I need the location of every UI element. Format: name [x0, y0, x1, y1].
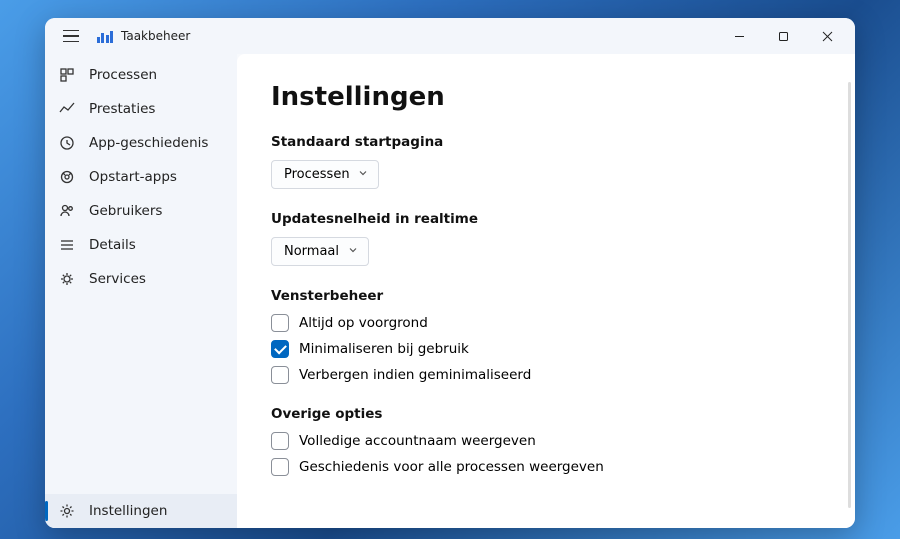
sidebar-item-details[interactable]: Details: [45, 228, 237, 262]
default-startpage-select[interactable]: Processen: [271, 160, 379, 189]
hamburger-menu-button[interactable]: [59, 24, 83, 48]
sidebar-item-label: Gebruikers: [89, 203, 162, 219]
checkbox-minimize-on-use[interactable]: Minimaliseren bij gebruik: [271, 340, 821, 358]
sidebar-item-label: Instellingen: [89, 503, 167, 519]
checkbox-label: Volledige accountnaam weergeven: [299, 433, 536, 449]
startup-icon: [59, 169, 75, 185]
checkbox-label: Minimaliseren bij gebruik: [299, 341, 469, 357]
processes-icon: [59, 67, 75, 83]
update-speed-label: Updatesnelheid in realtime: [271, 211, 821, 227]
sidebar-item-prestaties[interactable]: Prestaties: [45, 92, 237, 126]
sidebar-item-label: Services: [89, 271, 146, 287]
checkbox-icon: [271, 366, 289, 384]
content-area: Instellingen Standaard startpagina Proce…: [237, 54, 855, 528]
history-icon: [59, 135, 75, 151]
sidebar-item-label: Prestaties: [89, 101, 155, 117]
sidebar: Processen Prestaties App-geschiedenis Op…: [45, 54, 237, 528]
gear-icon: [59, 503, 75, 519]
sidebar-item-processen[interactable]: Processen: [45, 58, 237, 92]
performance-icon: [59, 101, 75, 117]
sidebar-item-instellingen[interactable]: Instellingen: [45, 494, 237, 528]
checkbox-hide-when-minimized[interactable]: Verbergen indien geminimaliseerd: [271, 366, 821, 384]
window: Taakbeheer Processen Prestaties App-gesc…: [45, 18, 855, 528]
chevron-down-icon: [358, 167, 368, 182]
users-icon: [59, 203, 75, 219]
app-title: Taakbeheer: [121, 29, 190, 43]
page-title: Instellingen: [271, 82, 821, 112]
checkbox-full-account-name[interactable]: Volledige accountnaam weergeven: [271, 432, 821, 450]
checkbox-icon: [271, 432, 289, 450]
sidebar-item-label: Details: [89, 237, 136, 253]
maximize-button[interactable]: [761, 18, 805, 54]
checkbox-icon: [271, 340, 289, 358]
titlebar: Taakbeheer: [45, 18, 855, 54]
sidebar-item-services[interactable]: Services: [45, 262, 237, 296]
sidebar-item-label: Processen: [89, 67, 157, 83]
services-icon: [59, 271, 75, 287]
checkbox-icon: [271, 458, 289, 476]
default-startpage-label: Standaard startpagina: [271, 134, 821, 150]
minimize-button[interactable]: [717, 18, 761, 54]
sidebar-item-label: App-geschiedenis: [89, 135, 208, 151]
sidebar-item-app-geschiedenis[interactable]: App-geschiedenis: [45, 126, 237, 160]
select-value: Normaal: [284, 244, 339, 259]
select-value: Processen: [284, 167, 350, 182]
checkbox-history-all-processes[interactable]: Geschiedenis voor alle processen weergev…: [271, 458, 821, 476]
update-speed-select[interactable]: Normaal: [271, 237, 369, 266]
other-options-label: Overige opties: [271, 406, 821, 422]
app-icon: [97, 29, 113, 43]
close-button[interactable]: [805, 18, 849, 54]
checkbox-label: Geschiedenis voor alle processen weergev…: [299, 459, 604, 475]
chevron-down-icon: [348, 244, 358, 259]
window-management-label: Vensterbeheer: [271, 288, 821, 304]
sidebar-item-opstart-apps[interactable]: Opstart-apps: [45, 160, 237, 194]
checkbox-icon: [271, 314, 289, 332]
sidebar-item-gebruikers[interactable]: Gebruikers: [45, 194, 237, 228]
checkbox-label: Altijd op voorgrond: [299, 315, 428, 331]
details-icon: [59, 237, 75, 253]
checkbox-always-on-top[interactable]: Altijd op voorgrond: [271, 314, 821, 332]
checkbox-label: Verbergen indien geminimaliseerd: [299, 367, 531, 383]
sidebar-item-label: Opstart-apps: [89, 169, 177, 185]
